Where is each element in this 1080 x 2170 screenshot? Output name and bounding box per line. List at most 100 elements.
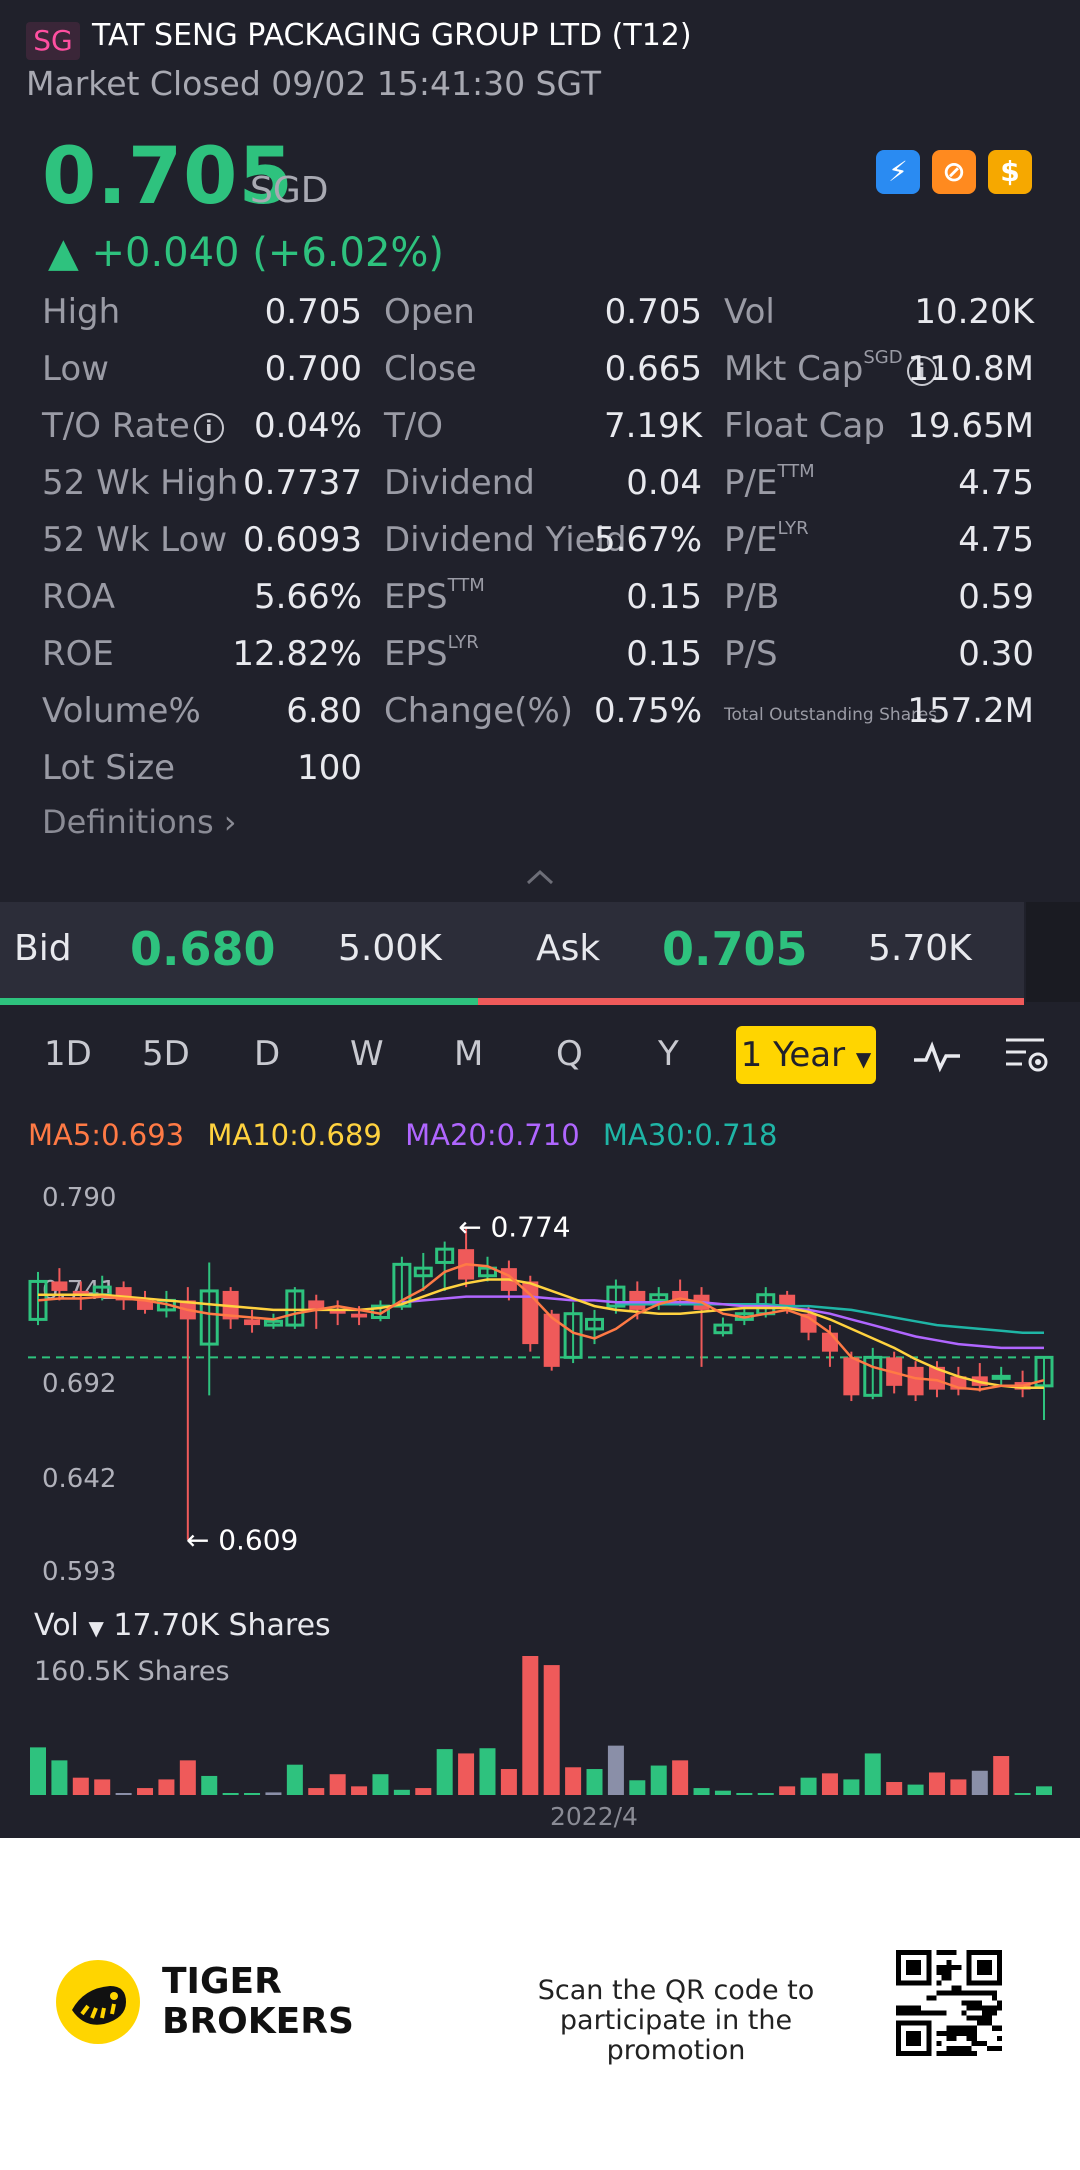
stat-label-text: T/O Rate	[42, 406, 190, 446]
stat-value-dividend-yield: 5.67%	[593, 520, 702, 560]
stat-label-text: Volume%	[42, 691, 201, 731]
stat-label-text: Dividend Yield	[384, 520, 627, 560]
tab-w[interactable]: W	[350, 1034, 384, 1074]
stat-value-total-outstanding-shares: 157.2M	[907, 691, 1034, 731]
tab-d[interactable]: D	[254, 1034, 280, 1074]
stat-value-dividend: 0.04	[626, 463, 702, 503]
volume-bar	[800, 1777, 817, 1795]
volume-bar	[950, 1779, 967, 1795]
volume-bar	[886, 1782, 903, 1795]
stat-value-52-wk-high: 0.7737	[243, 463, 362, 503]
stat-value-close: 0.665	[604, 349, 702, 389]
stat-value-52-wk-low: 0.6093	[243, 520, 362, 560]
volume-bar	[458, 1753, 475, 1795]
stat-value-t-o-rate: 0.04%	[253, 406, 362, 446]
tab-y[interactable]: Y	[658, 1034, 679, 1074]
high-annotation: ← 0.774	[458, 1210, 571, 1243]
stat-label-open: Open	[384, 292, 475, 332]
stat-value-low: 0.700	[264, 349, 362, 389]
stat-label-52-wk-high: 52 Wk High	[42, 463, 238, 503]
stat-label-text: Dividend	[384, 463, 535, 503]
bid-price: 0.680	[130, 922, 276, 976]
tab-1-year-dropdown[interactable]: 1 Year ▼	[736, 1026, 876, 1084]
stat-label-text: ROE	[42, 634, 114, 674]
volume-bar	[351, 1786, 368, 1795]
volume-bar	[736, 1793, 753, 1795]
volume-dropdown-icon: ▼	[88, 1616, 104, 1640]
stat-value-p-s: 0.30	[958, 634, 1034, 674]
stat-label-text: 52 Wk High	[42, 463, 239, 503]
stock-header: SG TAT SENG PACKAGING GROUP LTD (T12) Ma…	[0, 0, 1080, 110]
volume-bar	[907, 1784, 924, 1795]
lightning-icon[interactable]: ⚡	[876, 150, 920, 194]
stat-value-high: 0.705	[264, 292, 362, 332]
qr-code-icon[interactable]	[896, 1950, 1002, 2056]
volume-bar	[222, 1793, 239, 1795]
candlestick-chart[interactable]: 0.7900.7410.6920.6420.593← 0.774← 0.609	[0, 1160, 1080, 1600]
stat-label-text: Vol	[724, 292, 775, 332]
stat-label-text: Close	[384, 349, 477, 389]
volume-max-label: 160.5K Shares	[34, 1656, 230, 1687]
period-tabs: 1D 5D D W M Q Y 1 Year ▼	[0, 1020, 1080, 1100]
stat-label-text: Open	[384, 292, 475, 332]
stat-label-p-e-lyr: P/ELYR	[724, 518, 809, 560]
volume-bar	[693, 1788, 710, 1795]
stat-value-p-b: 0.59	[958, 577, 1034, 617]
promo-footer: TIGER BROKERS Scan the QR code to partic…	[0, 1838, 1080, 2170]
bid-ask-side-strip	[1026, 902, 1080, 1002]
volume-bar	[500, 1769, 517, 1795]
dollar-icon[interactable]: $	[988, 150, 1032, 194]
stat-label-text: EPS	[384, 577, 448, 617]
volume-bar	[329, 1774, 346, 1795]
volume-bar	[158, 1779, 175, 1795]
stat-value-change: 0.75%	[593, 691, 702, 731]
stat-value-lot-size: 100	[297, 748, 362, 788]
date-axis-label: 2022/4	[550, 1802, 638, 1831]
bid-ask-panel: Bid 0.680 5.00K Ask 0.705 5.70K	[0, 902, 1024, 1002]
volume-bar	[51, 1760, 68, 1795]
volume-header[interactable]: Vol ▼ 17.70K Shares	[34, 1608, 331, 1643]
definitions-link[interactable]: Definitions ›	[42, 803, 237, 841]
volume-bar	[179, 1760, 196, 1795]
stat-label-t-o-rate: T/O Rate i	[42, 406, 224, 446]
stat-label-text: Total Outstanding Shares	[724, 705, 938, 725]
stat-label-text: Lot Size	[42, 748, 176, 788]
region-badge: SG	[26, 22, 80, 60]
ma30-label: MA30:0.718	[602, 1118, 778, 1152]
volume-bar	[821, 1773, 838, 1795]
stat-value-eps-lyr: 0.15	[626, 634, 702, 674]
stat-label-volume: Volume%	[42, 691, 201, 731]
stat-label-dividend-yield: Dividend Yield	[384, 520, 627, 560]
low-annotation: ← 0.609	[186, 1524, 299, 1557]
bid-size: 5.00K	[338, 928, 442, 969]
volume-bar	[265, 1792, 282, 1795]
stat-label-superscript: TTM	[447, 575, 485, 596]
stat-label-p-b: P/B	[724, 577, 779, 617]
collapse-chevron-icon[interactable]	[522, 866, 558, 888]
market-status: Market Closed 09/02 15:41:30 SGT	[26, 64, 602, 103]
price-change: ▲ +0.040 (+6.02%)	[48, 230, 445, 276]
volume-bar	[72, 1777, 89, 1795]
info-icon[interactable]: i	[193, 412, 224, 443]
stat-label-roa: ROA	[42, 577, 115, 617]
indicator-icon[interactable]	[912, 1038, 962, 1074]
chart-settings-icon[interactable]	[1004, 1034, 1052, 1078]
y-tick-label: 0.642	[42, 1464, 116, 1494]
stat-value-p-e-lyr: 4.75	[958, 520, 1034, 560]
stat-label-text: High	[42, 292, 121, 332]
stat-label-text: P/S	[724, 634, 778, 674]
volume-bar	[1036, 1786, 1052, 1795]
volume-bar	[607, 1745, 624, 1795]
volume-bar	[672, 1760, 689, 1795]
tab-q[interactable]: Q	[556, 1034, 583, 1074]
promo-text: Scan the QR code to participate in the p…	[496, 1976, 856, 2066]
volume-bar	[308, 1788, 325, 1795]
tab-1d[interactable]: 1D	[44, 1034, 92, 1074]
candle-body	[244, 1319, 261, 1326]
options-icon[interactable]: ⊘	[932, 150, 976, 194]
volume-bar	[971, 1770, 988, 1795]
tab-5d[interactable]: 5D	[142, 1034, 190, 1074]
stat-label-text: ROA	[42, 577, 116, 617]
tab-m[interactable]: M	[454, 1034, 483, 1074]
y-tick-label: 0.790	[42, 1183, 116, 1213]
